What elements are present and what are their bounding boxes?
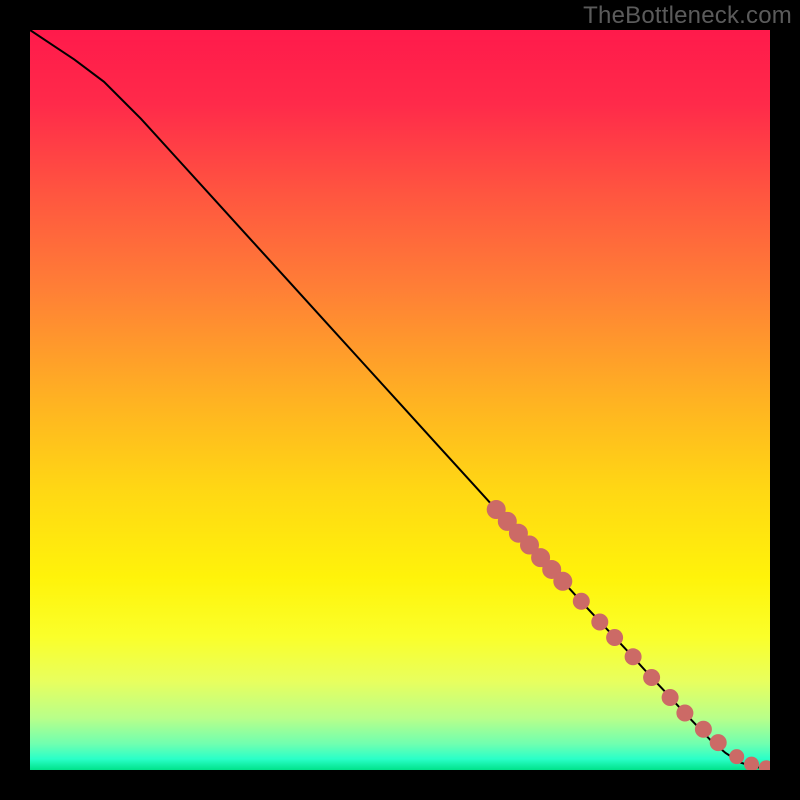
data-marker [573, 593, 589, 609]
data-marker [710, 735, 726, 751]
data-marker [592, 614, 608, 630]
data-marker [745, 757, 759, 770]
data-marker [625, 649, 641, 665]
watermark-label: TheBottleneck.com [583, 2, 792, 30]
data-marker [644, 670, 660, 686]
data-marker [554, 572, 572, 590]
gradient-background [30, 30, 770, 770]
data-marker [730, 750, 744, 764]
data-marker [677, 705, 693, 721]
chart-svg [30, 30, 770, 770]
data-marker [662, 689, 678, 705]
data-marker [695, 721, 711, 737]
chart-frame: TheBottleneck.com [0, 0, 800, 800]
plot-area [30, 30, 770, 770]
data-marker [607, 630, 623, 646]
